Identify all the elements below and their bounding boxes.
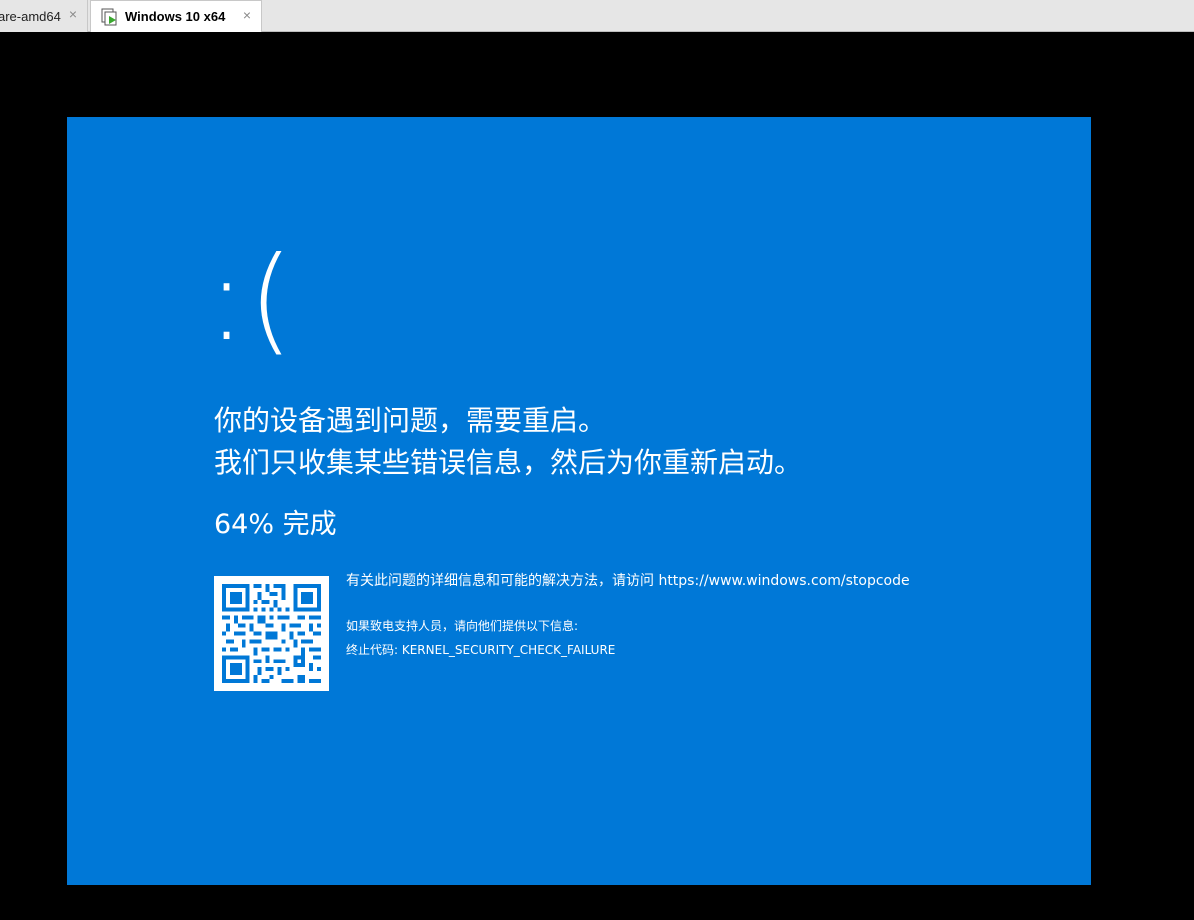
- tab-windows-10-x64[interactable]: Windows 10 x64 ×: [90, 0, 262, 32]
- stop-code: 终止代码: KERNEL_SECURITY_CHECK_FAILURE: [346, 643, 616, 657]
- close-icon[interactable]: ×: [240, 8, 254, 22]
- info-text: 有关此问题的详细信息和可能的解决方法，请访问 https://www.windo…: [346, 573, 910, 589]
- info-block: 有关此问题的详细信息和可能的解决方法，请访问 https://www.windo…: [346, 571, 910, 659]
- tab-bar: are-amd64 × Windows 10 x64 ×: [0, 0, 1194, 32]
- error-line-1: 你的设备遇到问题，需要重启。: [214, 404, 607, 437]
- qr-code-icon: [214, 576, 329, 691]
- tab-inactive-vm[interactable]: are-amd64 ×: [0, 0, 88, 32]
- vm-running-icon: [101, 8, 119, 26]
- support-text: 如果致电支持人员，请向他们提供以下信息:: [346, 619, 579, 633]
- tab-label: are-amd64: [0, 8, 61, 24]
- tab-label: Windows 10 x64: [125, 9, 226, 24]
- sad-face: :(: [207, 232, 296, 367]
- error-line-2: 我们只收集某些错误信息，然后为你重新启动。: [214, 446, 803, 479]
- progress-text: 64% 完成: [214, 509, 337, 540]
- bsod-screen: :( 你的设备遇到问题，需要重启。 我们只收集某些错误信息，然后为你重新启动。 …: [67, 117, 1091, 885]
- close-icon[interactable]: ×: [66, 7, 80, 21]
- error-message: 你的设备遇到问题，需要重启。 我们只收集某些错误信息，然后为你重新启动。: [214, 400, 802, 484]
